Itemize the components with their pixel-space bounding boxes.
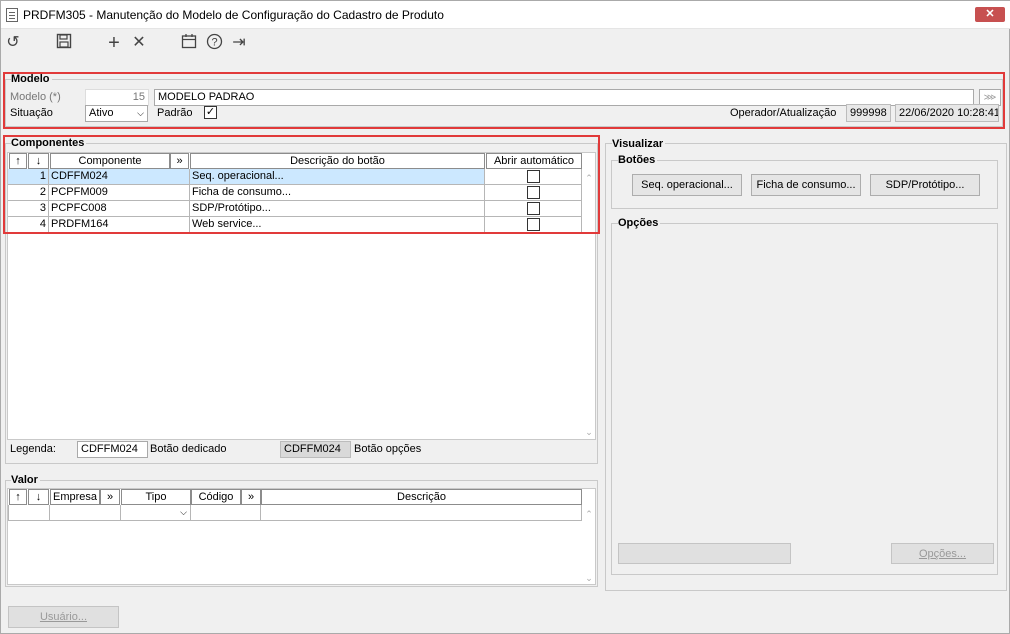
legenda-opcoes-field: CDFFM024 (280, 441, 351, 458)
help-icon[interactable]: ? (204, 33, 224, 53)
close-button[interactable]: ✕ (975, 7, 1005, 22)
opcoes-button[interactable]: Opções... (891, 543, 994, 564)
chevron-down-icon: ⌵ (180, 507, 187, 517)
title-bar: PRDFM305 - Manutenção do Modelo de Confi… (1, 1, 1010, 29)
legenda-dedicado-field: CDFFM024 (77, 441, 148, 458)
main-window: PRDFM305 - Manutenção do Modelo de Confi… (0, 0, 1010, 634)
valor-cell[interactable] (8, 505, 50, 521)
valor-legend: Valor (11, 474, 40, 486)
scroll-down-icon[interactable]: ⌄ (582, 573, 596, 583)
sort-down-icon[interactable]: ↓ (28, 489, 49, 505)
sort-up-icon[interactable]: ↑ (9, 489, 27, 505)
save-icon[interactable] (54, 33, 74, 53)
legenda-opcoes-text: Botão opções (354, 443, 422, 455)
visualizar-legend: Visualizar (612, 138, 666, 150)
valor-cell[interactable] (191, 505, 261, 521)
opcoes-group (611, 223, 998, 575)
valor-cell[interactable] (261, 505, 582, 521)
col-descricao[interactable]: Descrição (261, 489, 582, 505)
valor-grid[interactable]: ↑ ↓ Empresa » Tipo Código » Descrição ⌵ … (7, 488, 596, 585)
exit-icon[interactable]: ⇥ (229, 33, 249, 53)
calendar-icon[interactable] (179, 33, 199, 53)
valor-cell[interactable] (50, 505, 121, 521)
legenda-dedicado-text: Botão dedicado (150, 443, 227, 455)
sdp-prototipo-button[interactable]: SDP/Protótipo... (870, 174, 980, 196)
svg-text:?: ? (211, 37, 217, 49)
opcoes-placeholder-button (618, 543, 791, 564)
col-tipo[interactable]: Tipo (121, 489, 191, 505)
botoes-legend: Botões (618, 154, 658, 166)
col-empresa[interactable]: Empresa (50, 489, 100, 505)
seq-operacional-button[interactable]: Seq. operacional... (632, 174, 742, 196)
usuario-button[interactable]: Usuário... (8, 606, 119, 628)
scroll-down-icon[interactable]: ⌄ (582, 427, 596, 437)
window-title: PRDFM305 - Manutenção do Modelo de Confi… (23, 8, 444, 22)
legenda-label: Legenda: (10, 443, 56, 455)
col-codigo[interactable]: Código (191, 489, 241, 505)
app-icon (6, 8, 18, 22)
add-icon[interactable]: + (104, 33, 124, 53)
scroll-up-icon[interactable]: ⌃ (582, 509, 596, 519)
delete-icon[interactable]: ✕ (129, 33, 149, 53)
tipo-select[interactable]: ⌵ (121, 505, 191, 521)
ficha-consumo-button[interactable]: Ficha de consumo... (751, 174, 861, 196)
opcoes-legend: Opções (618, 217, 661, 229)
undo-icon[interactable]: ↺ (3, 33, 23, 53)
highlight-componentes (3, 135, 600, 234)
expand-icon[interactable]: » (100, 489, 120, 505)
highlight-modelo (3, 72, 1005, 129)
expand-icon[interactable]: » (241, 489, 261, 505)
